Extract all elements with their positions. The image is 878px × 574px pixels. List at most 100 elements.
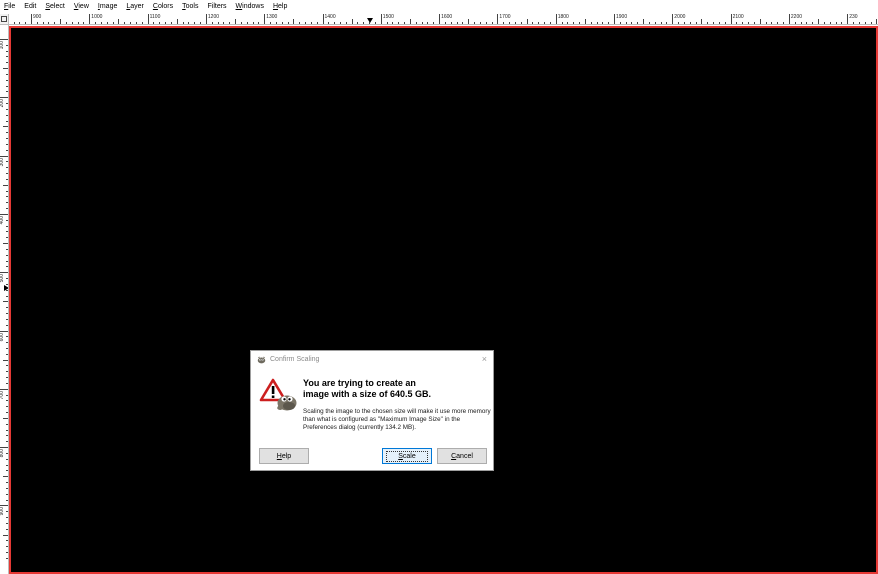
ruler-minor-tick: [77, 22, 79, 24]
ruler-minor-tick: [270, 22, 272, 24]
ruler-minor-tick: [479, 22, 481, 24]
ruler-minor-tick: [60, 19, 62, 24]
ruler-minor-tick: [374, 22, 376, 24]
ruler-minor-tick: [6, 371, 8, 373]
menu-filters[interactable]: Filters: [207, 0, 226, 14]
ruler-minor-tick: [6, 517, 8, 519]
menu-layer[interactable]: Layer: [126, 0, 144, 14]
ruler-minor-tick: [3, 68, 8, 70]
scale-button[interactable]: Scale: [382, 448, 432, 464]
ruler-minor-tick: [6, 85, 8, 87]
ruler-minor-tick: [724, 22, 726, 24]
ruler-label: 1000: [91, 14, 103, 20]
ruler-minor-tick: [748, 22, 750, 24]
ruler-minor-tick: [6, 289, 8, 291]
ruler-minor-tick: [771, 22, 773, 24]
ruler-minor-tick: [835, 22, 837, 24]
ruler-minor-tick: [293, 19, 295, 24]
ruler-minor-tick: [106, 22, 108, 24]
ruler-minor-tick: [6, 546, 8, 548]
ruler-major-tick: [0, 213, 8, 215]
help-button[interactable]: Help: [259, 448, 309, 464]
quick-mask-button[interactable]: [0, 14, 9, 25]
ruler-minor-tick: [281, 22, 283, 24]
ruler-minor-tick: [3, 417, 8, 419]
ruler-minor-tick: [217, 22, 219, 24]
menu-colors[interactable]: Colors: [153, 0, 173, 14]
ruler-minor-tick: [6, 400, 8, 402]
dialog-titlebar[interactable]: Confirm Scaling ×: [251, 351, 493, 368]
ruler-minor-tick: [853, 22, 855, 24]
ruler-minor-tick: [485, 22, 487, 24]
ruler-label: 1600: [441, 14, 453, 20]
ruler-major-tick: [31, 14, 32, 24]
ruler-minor-tick: [6, 91, 8, 93]
ruler-major-tick: [497, 14, 499, 24]
ruler-label: 400: [0, 215, 5, 225]
ruler-minor-tick: [398, 22, 400, 24]
ruler-label: 700: [0, 390, 5, 400]
ruler-minor-tick: [514, 22, 516, 24]
ruler-label: 1900: [616, 14, 628, 20]
horizontal-ruler[interactable]: 900 1000 1100 1200 1300 1400 1500 1600 1700 1800 1…: [9, 14, 878, 25]
ruler-major-tick: [322, 14, 324, 24]
ruler-minor-tick: [299, 22, 301, 24]
menu-tools[interactable]: Tools: [182, 0, 198, 14]
ruler-major-tick: [847, 14, 849, 24]
ruler-minor-tick: [223, 22, 225, 24]
ruler-minor-tick: [637, 22, 639, 24]
ruler-minor-tick: [509, 22, 511, 24]
ruler-minor-tick: [858, 22, 860, 24]
ruler-minor-tick: [6, 377, 8, 379]
image-canvas[interactable]: [9, 26, 878, 574]
menu-image[interactable]: Image: [98, 0, 117, 14]
ruler-minor-tick: [6, 231, 8, 233]
ruler-minor-tick: [6, 260, 8, 262]
ruler-minor-tick: [450, 22, 452, 24]
ruler-minor-tick: [468, 19, 470, 24]
ruler-label: 100: [0, 41, 5, 50]
ruler-minor-tick: [619, 22, 621, 24]
ruler-minor-tick: [6, 318, 8, 320]
ruler-minor-tick: [573, 22, 575, 24]
ruler-label: 230: [849, 14, 858, 20]
ruler-minor-tick: [6, 283, 8, 285]
ruler-minor-tick: [153, 22, 155, 24]
ruler-major-tick: [0, 155, 8, 157]
ruler-minor-tick: [648, 22, 650, 24]
vertical-ruler[interactable]: 100 200 300 400 500 600 700 800 900: [0, 25, 9, 574]
menu-select[interactable]: Select: [45, 0, 64, 14]
ruler-minor-tick: [6, 295, 8, 297]
ruler-minor-tick: [823, 22, 825, 24]
ruler-minor-tick: [538, 22, 540, 24]
close-icon[interactable]: ×: [482, 354, 487, 364]
ruler-minor-tick: [409, 19, 411, 24]
menu-view[interactable]: View: [74, 0, 89, 14]
ruler-minor-tick: [567, 22, 569, 24]
menu-edit[interactable]: Edit: [24, 0, 36, 14]
ruler-minor-tick: [783, 22, 785, 24]
ruler-minor-tick: [579, 22, 581, 24]
ruler-label: 1500: [382, 14, 394, 20]
ruler-major-tick: [0, 39, 8, 40]
menu-file[interactable]: File: [4, 0, 15, 14]
ruler-minor-tick: [13, 22, 15, 24]
ruler-minor-tick: [707, 22, 709, 24]
ruler-minor-tick: [118, 19, 120, 24]
menu-windows[interactable]: Windows: [236, 0, 264, 14]
ruler-minor-tick: [6, 132, 8, 134]
ruler-label: 1800: [557, 14, 569, 20]
ruler-minor-tick: [6, 557, 8, 559]
ruler-minor-tick: [351, 19, 353, 24]
ruler-label: 2100: [732, 14, 744, 20]
ruler-minor-tick: [6, 62, 8, 64]
ruler-minor-tick: [654, 22, 656, 24]
cancel-button[interactable]: Cancel: [437, 448, 487, 464]
ruler-minor-tick: [6, 237, 8, 239]
menu-help[interactable]: Help: [273, 0, 287, 14]
ruler-label: 2200: [790, 14, 803, 20]
ruler-label: 1300: [266, 14, 278, 20]
ruler-minor-tick: [561, 22, 563, 24]
ruler-minor-tick: [415, 22, 417, 24]
ruler-minor-tick: [753, 22, 755, 24]
